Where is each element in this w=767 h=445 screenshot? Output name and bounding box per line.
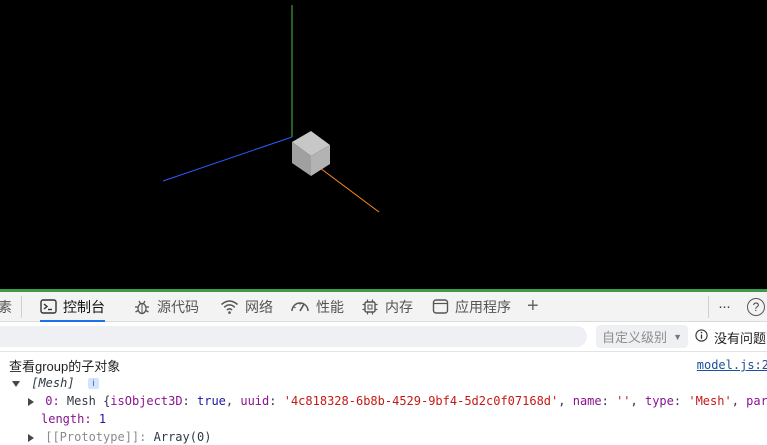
log-message-row: 查看group的子对象 [9, 356, 767, 375]
tab-label: 应用程序 [455, 298, 511, 315]
tab-label: 性能 [316, 298, 344, 315]
prop-key-truncated: par [746, 394, 767, 408]
tab-divider [21, 296, 22, 318]
tab-sources[interactable]: 源代码 [133, 292, 199, 321]
collapsed-triangle-icon[interactable] [28, 397, 34, 406]
info-badge-icon[interactable]: i [87, 378, 99, 389]
tab-label: 源代码 [157, 298, 199, 315]
3d-viewport-canvas[interactable] [0, 0, 767, 289]
tab-network[interactable]: 网络 [220, 292, 273, 321]
prop-value: '' [616, 394, 631, 408]
tab-label: 网络 [245, 298, 273, 315]
tab-memory[interactable]: 内存 [361, 292, 413, 321]
prototype-value: Array(0) [153, 430, 212, 444]
log-message: 查看group的子对象 [9, 359, 121, 374]
length-row: length: 1 [41, 412, 767, 426]
prop-key: name [572, 394, 602, 408]
issues-indicator[interactable]: 没有问题 [695, 326, 766, 348]
array-row[interactable]: [Mesh] i [12, 376, 767, 390]
tab-elements[interactable]: 素 [0, 292, 12, 321]
issues-label: 没有问题 [714, 330, 767, 346]
prototype-key: [[Prototype]]: [45, 430, 147, 444]
prop-value: true [197, 394, 226, 408]
prop-key: isObject3D [110, 394, 183, 408]
z-axis-line [162, 136, 293, 182]
length-value: 1 [98, 412, 107, 426]
plus-icon: + [527, 295, 539, 317]
bug-icon [133, 298, 151, 316]
help-button[interactable]: ? [747, 292, 765, 321]
prop-value: 'Mesh' [688, 394, 732, 408]
add-tab-button[interactable]: + [527, 292, 539, 321]
info-icon [695, 329, 708, 345]
prototype-row[interactable]: [[Prototype]]: Array(0) [28, 430, 767, 444]
gauge-icon [290, 298, 310, 315]
log-level-select[interactable]: 自定义级别 ▼ [596, 325, 688, 348]
collapsed-triangle-icon[interactable] [28, 433, 34, 442]
object-type: Mesh [66, 394, 96, 408]
filter-input[interactable] [0, 326, 587, 347]
scene-graphic [162, 5, 380, 213]
tab-label: 素 [0, 298, 12, 315]
item-index: 0: [45, 394, 60, 408]
wifi-icon [220, 298, 239, 315]
console-output: 查看group的子对象 model.js:2 [Mesh] i 0: Mesh … [0, 352, 767, 445]
x-axis-line [311, 161, 380, 213]
prop-value: '4c818328-6b8b-4529-9bf4-5d2c0f07168d' [283, 394, 559, 408]
tab-label: 内存 [385, 298, 413, 315]
cube-mesh [292, 131, 330, 176]
help-icon: ? [747, 297, 765, 316]
app-window-icon [432, 298, 449, 315]
more-icon: ··· [718, 298, 731, 315]
toolbar-divider [708, 296, 709, 318]
tab-console[interactable]: 控制台 [40, 292, 105, 322]
source-link[interactable]: model.js:2 [697, 358, 767, 372]
console-filter-bar: 自定义级别 ▼ 没有问题 [0, 322, 767, 352]
more-tools-button[interactable]: ··· [718, 292, 731, 321]
item0-row[interactable]: 0: Mesh {isObject3D: true, uuid: '4c8183… [28, 394, 767, 408]
devtools-tabbar: 素 控制台 源代码 网络 性能 内存 应用程序 + ··· ? [0, 292, 767, 322]
array-label: [Mesh] [31, 376, 75, 390]
length-key: length: [41, 412, 92, 426]
chip-icon [361, 298, 379, 316]
tab-performance[interactable]: 性能 [290, 292, 344, 321]
tab-application[interactable]: 应用程序 [432, 292, 511, 321]
console-icon [40, 298, 57, 315]
prop-key: uuid [240, 394, 270, 408]
chevron-down-icon: ▼ [673, 331, 682, 342]
expand-triangle-icon[interactable] [12, 380, 20, 387]
log-level-label: 自定义级别 [602, 330, 668, 345]
prop-key: type [644, 394, 674, 408]
tab-label: 控制台 [63, 298, 105, 315]
